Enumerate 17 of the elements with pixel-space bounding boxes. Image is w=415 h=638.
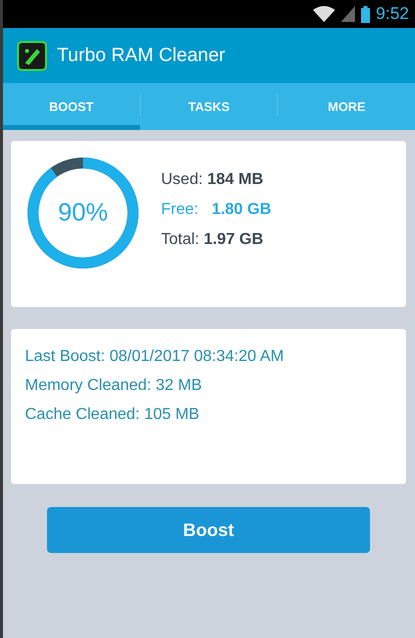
memory-stat: Used: 184 MB <box>161 171 264 189</box>
history-line: Last Boost: 08/01/2017 08:34:20 AM <box>25 348 285 366</box>
clock: 9:52 <box>376 4 409 24</box>
app-title: Turbo RAM Cleaner <box>57 44 226 66</box>
history-line: Memory Cleaned: 32 MB <box>25 377 203 395</box>
tab[interactable]: BOOST <box>3 83 140 130</box>
tab[interactable]: MORE <box>278 83 415 130</box>
app-logo-icon <box>17 40 47 70</box>
tab[interactable]: TASKS <box>140 83 278 130</box>
signal-icon <box>340 6 355 22</box>
battery-icon <box>360 6 370 22</box>
boost-button[interactable]: Boost <box>47 507 370 553</box>
gauge-reading: 90% <box>58 198 108 228</box>
memory-stat: Free: 1.80 GB <box>161 201 272 219</box>
memory-stat: Total: 1.97 GB <box>161 231 264 249</box>
history-line: Cache Cleaned: 105 MB <box>25 406 200 424</box>
wifi-icon <box>312 6 335 22</box>
